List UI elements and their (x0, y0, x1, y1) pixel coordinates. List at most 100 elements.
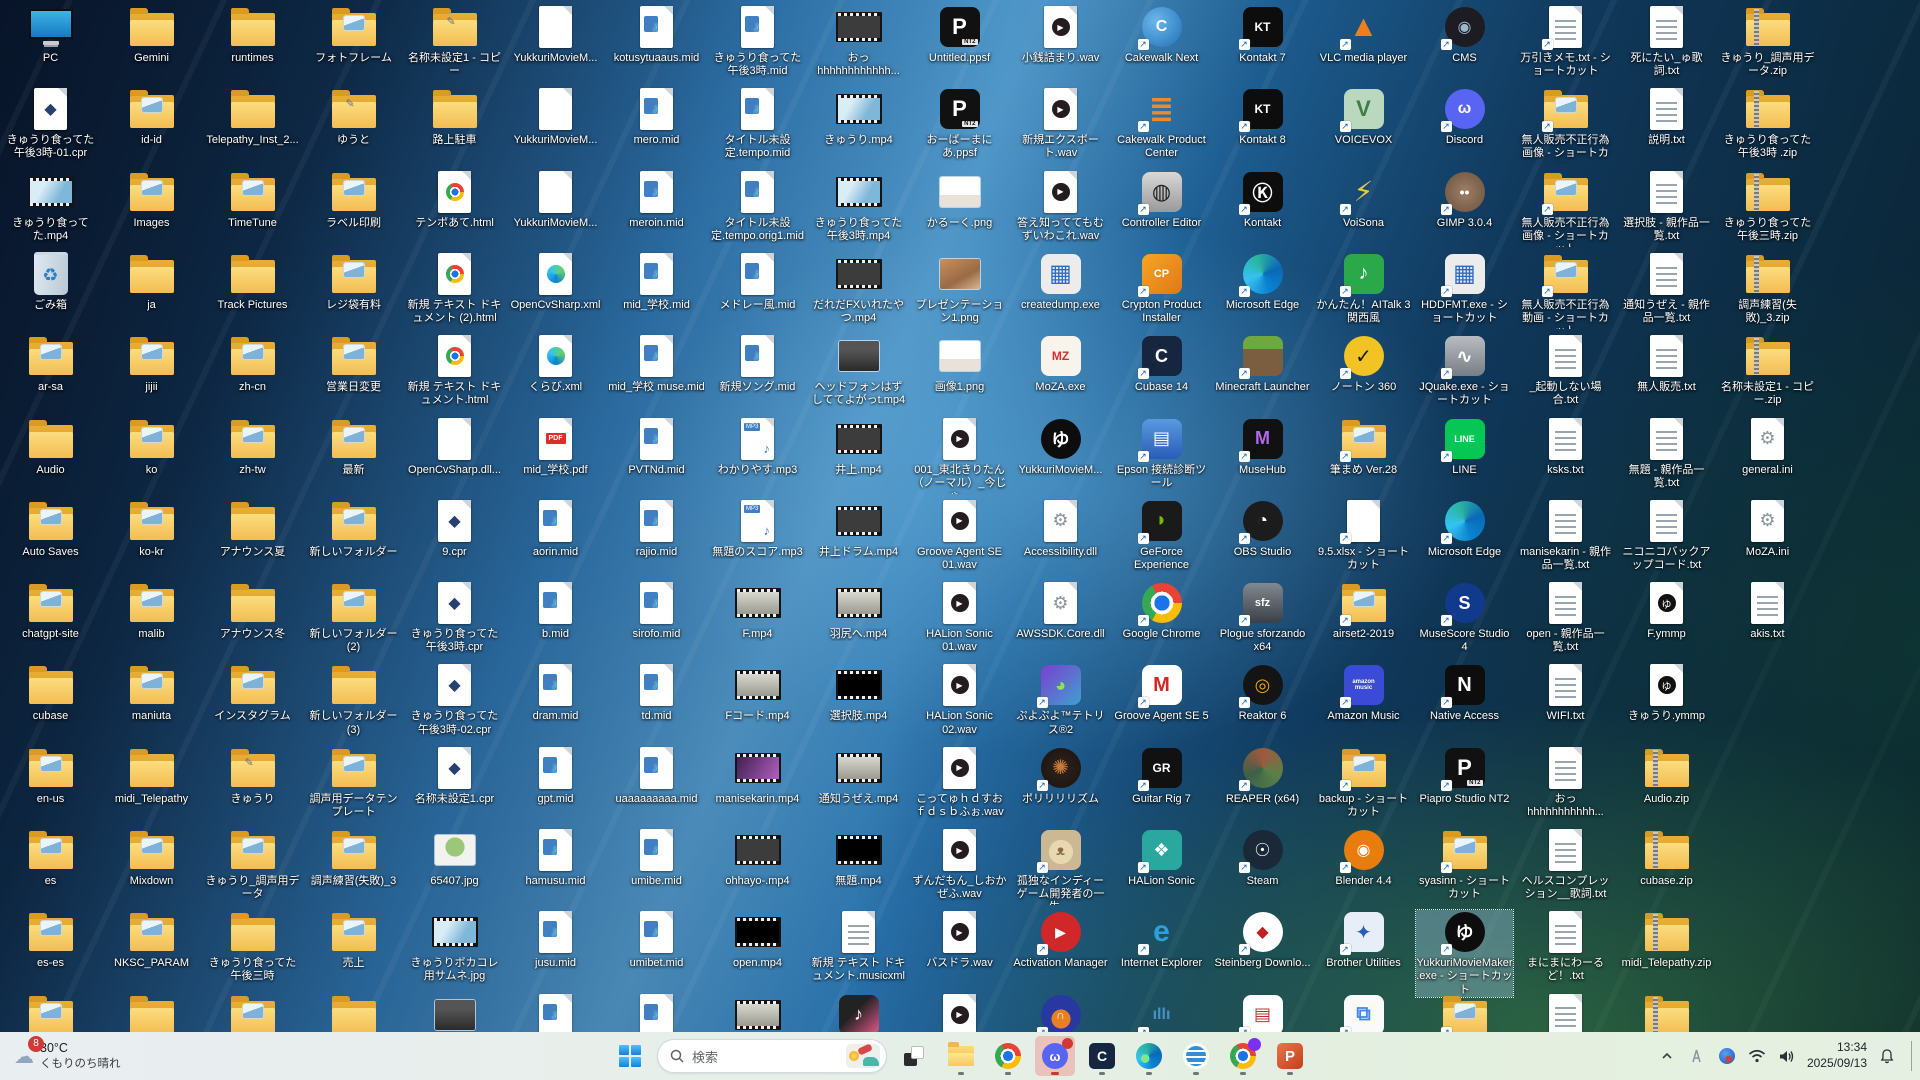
desktop-icon[interactable]: ↗無人販売不正行為 画像 - ショートカット (1517, 170, 1614, 247)
desktop-icon[interactable]: manisekarin.mp4 (709, 746, 806, 806)
show-desktop-button[interactable] (1911, 1041, 1912, 1071)
desktop-icon[interactable]: runtimes (204, 5, 301, 65)
desktop-icon[interactable]: ◎ ↗ Reaktor 6 (1214, 663, 1311, 723)
desktop-icon[interactable]: 選択肢 - 親作品一覧.txt (1618, 170, 1715, 243)
desktop-icon[interactable]: ☉ ↗ Steam (1214, 828, 1311, 888)
desktop-icon[interactable]: 新しいフォルダー (305, 499, 402, 559)
desktop-icon[interactable]: ◆ ↗ Steinberg Downlo... (1214, 910, 1311, 970)
desktop-icon[interactable]: ↗ airset2-2019 (1315, 581, 1412, 641)
desktop-icon[interactable]: gpt.mid (507, 746, 604, 806)
desktop-icon[interactable]: umibet.mid (608, 910, 705, 970)
desktop-icon[interactable]: Ⓚ ↗ Kontakt (1214, 170, 1311, 230)
desktop-icon[interactable]: きゅうり食ってた.mp4 (2, 170, 99, 243)
desktop-icon[interactable]: N ↗ Native Access (1416, 663, 1513, 723)
file-explorer-button[interactable] (941, 1036, 981, 1076)
desktop-icon[interactable]: ▶ Groove Agent SE 01.wav (911, 499, 1008, 572)
chrome-button[interactable] (988, 1036, 1028, 1076)
desktop-icon[interactable]: ▶ 答え知っててもむずいわこれ.wav (1012, 170, 1109, 243)
desktop-icon[interactable]: おっ hhhhhhhhhhhh... (810, 5, 907, 78)
desktop-icon[interactable]: YukkuriMovieM... (507, 5, 604, 65)
desktop-icon[interactable]: mid_学校.mid (608, 252, 705, 312)
desktop-icon[interactable]: かるーく.png (911, 170, 1008, 230)
wifi-icon[interactable] (1747, 1046, 1767, 1066)
desktop-icon[interactable]: Mixdown (103, 828, 200, 888)
desktop-icon[interactable]: ↗ Google Chrome (1113, 581, 1210, 641)
desktop-icon[interactable]: CP ↗ Crypton Product Installer (1113, 252, 1210, 325)
desktop-icon[interactable]: mero.mid (608, 87, 705, 147)
desktop-icon[interactable]: WIFI.txt (1517, 663, 1614, 723)
desktop-icon[interactable]: ◍ ↗ Controller Editor (1113, 170, 1210, 230)
desktop-icon[interactable]: きゅうり食ってた午後3時 .zip (1719, 87, 1816, 160)
desktop-icon[interactable]: ᴥ↗孤独なインディーゲーム開発者の一生 ... (1012, 828, 1109, 905)
desktop-icon[interactable]: ✦ ↗ Brother Utilities (1315, 910, 1412, 970)
desktop-icon[interactable]: id-id (103, 87, 200, 147)
desktop-icon[interactable]: kotusytuaaus.mid (608, 5, 705, 65)
desktop-icon[interactable]: 営業日変更 (305, 334, 402, 394)
desktop-icon[interactable]: 調声練習(失敗)_3 (305, 828, 402, 888)
desktop-icon[interactable]: Audio (2, 417, 99, 477)
desktop-icon[interactable]: P NT2 おーばーまにあ.ppsf (911, 87, 1008, 160)
desktop-icon[interactable]: 無題.mp4 (810, 828, 907, 888)
desktop-icon[interactable]: Auto Saves (2, 499, 99, 559)
desktop-icon[interactable]: 井上ドラム.mp4 (810, 499, 907, 559)
desktop-icon[interactable]: OpenCvSharp.dll... (406, 417, 503, 477)
desktop-icon[interactable]: ko (103, 417, 200, 477)
desktop-icon[interactable]: ◕ ↗ ぷよぷよ™テトリス®2 (1012, 663, 1109, 736)
desktop-icon[interactable]: ↗無人販売不正行為 画像 - ショートカッ... (1517, 87, 1614, 164)
desktop-icon[interactable]: ▶ HALion Sonic 01.wav (911, 581, 1008, 654)
desktop-icon[interactable]: ゆ YukkuriMovieM... (1012, 417, 1109, 477)
desktop-icon[interactable]: LINE ↗ LINE (1416, 417, 1513, 477)
start-button[interactable] (610, 1036, 650, 1076)
desktop-icon[interactable]: mid_学校 muse.mid (608, 334, 705, 394)
desktop-icon[interactable]: 新規 テキスト ドキュメント (2).html (406, 252, 503, 325)
desktop-icon[interactable]: ⚙ MoZA.ini (1719, 499, 1816, 559)
desktop-icon[interactable]: ◆ きゅうり食ってた午後3時.cpr (406, 581, 503, 654)
desktop-icon[interactable]: 新規 テキスト ドキュメント.musicxml (810, 910, 907, 983)
desktop-icon[interactable]: TimeTune (204, 170, 301, 230)
desktop-icon[interactable]: 説明.txt (1618, 87, 1715, 147)
desktop-icon[interactable]: chatgpt-site (2, 581, 99, 641)
desktop-icon[interactable]: 無題 - 親作品一覧.txt (1618, 417, 1715, 490)
desktop-icon[interactable]: MP3 ♪ わかりやす.mp3 (709, 417, 806, 477)
desktop-icon[interactable]: 通知うぜえ - 親作品一覧.txt (1618, 252, 1715, 325)
desktop-icon[interactable]: amazon music ↗ Amazon Music (1315, 663, 1412, 723)
desktop-icon[interactable]: 選択肢.mp4 (810, 663, 907, 723)
desktop-icon[interactable]: ⚙ general.ini (1719, 417, 1816, 477)
edge-button[interactable] (1129, 1036, 1169, 1076)
desktop-icon[interactable]: C ↗ Cakewalk Next (1113, 5, 1210, 65)
desktop-icon[interactable]: くらび.xml (507, 334, 604, 394)
desktop-icon[interactable]: KT ↗ Kontakt 8 (1214, 87, 1311, 147)
desktop-icon[interactable]: 調声用データテンプレート (305, 746, 402, 819)
desktop-icon[interactable]: ◔ ↗ OBS Studio (1214, 499, 1311, 559)
desktop-icon[interactable]: NKSC_PARAM (103, 910, 200, 970)
desktop-icon[interactable]: ▶ バスドラ.wav (911, 910, 1008, 970)
desktop-icon[interactable]: C ↗ Cubase 14 (1113, 334, 1210, 394)
desktop-icon[interactable]: ◗ ↗ GeForce Experience (1113, 499, 1210, 572)
desktop-icon[interactable]: 名称未設定1 - コピー.zip (1719, 334, 1816, 407)
desktop-icon[interactable]: OpenCvSharp.xml (507, 252, 604, 312)
desktop-icon[interactable]: Fコード.mp4 (709, 663, 806, 723)
desktop-icon[interactable]: e ↗ Internet Explorer (1113, 910, 1210, 970)
desktop-icon[interactable]: _起動しない場合.txt (1517, 334, 1614, 407)
desktop-icon[interactable]: jusu.mid (507, 910, 604, 970)
desktop-icon[interactable]: メドレー風.mid (709, 252, 806, 312)
desktop-icon[interactable]: dram.mid (507, 663, 604, 723)
chevron-up-icon[interactable] (1657, 1046, 1677, 1066)
weather-widget[interactable]: ☁ 8 30°C くもりのち晴れ (6, 1032, 129, 1080)
blue-globe-app-button[interactable] (1176, 1036, 1216, 1076)
desktop-icon[interactable]: midi_Telepathy (103, 746, 200, 806)
desktop-icon[interactable]: テンポあて.html (406, 170, 503, 230)
discord-button[interactable]: ω (1035, 1036, 1075, 1076)
desktop-icon[interactable]: きゅうり食ってた午後三時.zip (1719, 170, 1816, 243)
desktop-icon[interactable]: M ↗ Groove Agent SE 5 (1113, 663, 1210, 723)
desktop-icon[interactable]: ⚙ Accessibility.dll (1012, 499, 1109, 559)
desktop-icon[interactable]: 65407.jpg (406, 828, 503, 888)
desktop-icon[interactable]: ▶001_東北きりたん（ノーマル）_今じゃ... (911, 417, 1008, 494)
desktop-icon[interactable]: sfz ↗ Plogue sforzando x64 (1214, 581, 1311, 654)
desktop-icon[interactable]: ゆきゅうり.ymmp (1618, 663, 1715, 723)
desktop-icon[interactable]: ↗ Microsoft Edge (1416, 499, 1513, 559)
desktop-icon[interactable]: ▶ HALion Sonic 02.wav (911, 663, 1008, 736)
desktop-icon[interactable]: ▶ ↗ Activation Manager (1012, 910, 1109, 970)
desktop-icon[interactable]: ksks.txt (1517, 417, 1614, 477)
desktop-icon[interactable]: PDF mid_学校.pdf (507, 417, 604, 477)
